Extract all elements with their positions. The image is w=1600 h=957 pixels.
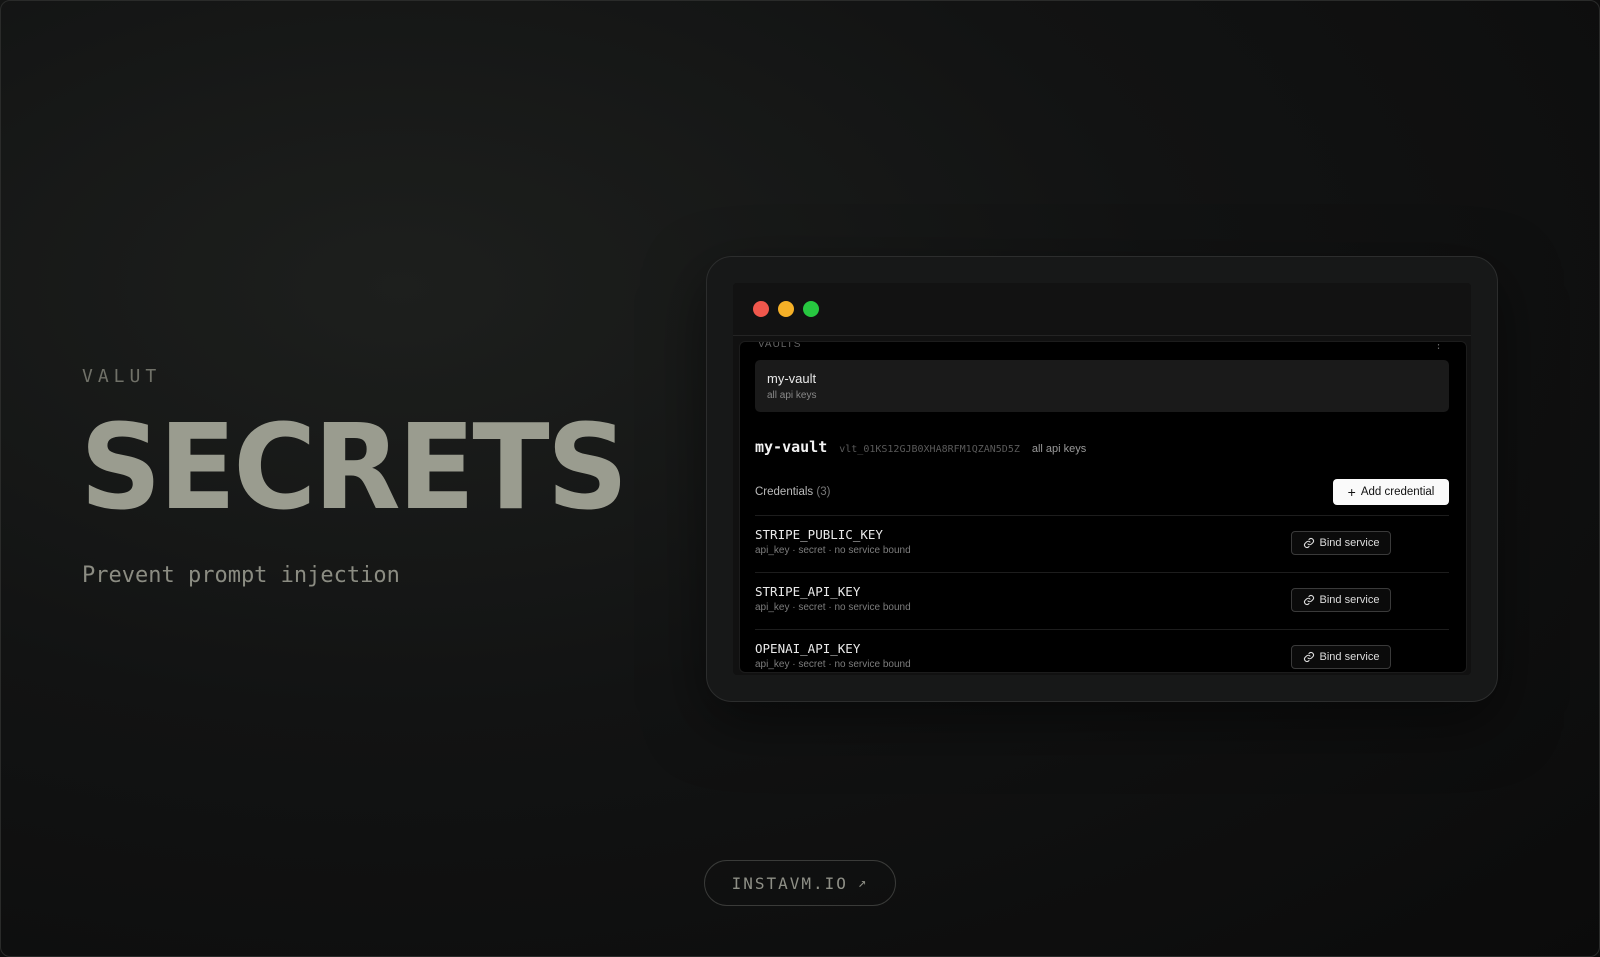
hero-tagline: Prevent prompt injection xyxy=(82,563,400,588)
hero-eyebrow: VALUT xyxy=(82,366,162,387)
close-window-button[interactable] xyxy=(753,301,769,317)
minimize-window-button[interactable] xyxy=(778,301,794,317)
vault-list-item-name: my-vault xyxy=(767,371,817,386)
credentials-heading: Credentials (3) xyxy=(755,486,830,498)
credential-meta: api_key · secret · no service bound xyxy=(755,602,911,613)
divider xyxy=(755,572,1449,573)
device-mockup: VAULTS ⋮ my-vault all api keys my-vault … xyxy=(706,256,1498,702)
credential-name: OPENAI_API_KEY xyxy=(755,641,861,656)
credential-row: STRIPE_PUBLIC_KEY api_key · secret · no … xyxy=(755,518,1449,574)
bind-service-label: Bind service xyxy=(1319,537,1380,549)
vault-header-name: my-vault xyxy=(755,438,828,456)
bind-service-label: Bind service xyxy=(1319,594,1380,606)
bind-service-button[interactable]: Bind service xyxy=(1291,588,1391,612)
window-titlebar xyxy=(733,283,1471,336)
instavm-link-label: INSTAVM.IO xyxy=(731,873,848,893)
vault-header-id: vlt_01KS12GJB0XHA8RFM1QZAN5D5Z xyxy=(839,444,1020,455)
instavm-link[interactable]: INSTAVM.IO ↗ xyxy=(704,860,896,906)
credential-row: OPENAI_API_KEY api_key · secret · no ser… xyxy=(755,632,1449,672)
vault-header-description: all api keys xyxy=(1031,443,1087,455)
bind-service-button[interactable]: Bind service xyxy=(1291,645,1391,669)
credential-name: STRIPE_API_KEY xyxy=(755,584,861,599)
add-credential-button[interactable]: + Add credential xyxy=(1333,479,1449,505)
external-arrow-icon: ↗ xyxy=(857,875,869,891)
link-icon xyxy=(1303,594,1314,606)
bind-service-button[interactable]: Bind service xyxy=(1291,531,1391,555)
divider xyxy=(755,515,1449,516)
link-icon xyxy=(1303,537,1314,549)
credential-row: STRIPE_API_KEY api_key · secret · no ser… xyxy=(755,575,1449,631)
credential-meta: api_key · secret · no service bound xyxy=(755,545,911,556)
credential-name: STRIPE_PUBLIC_KEY xyxy=(755,527,883,542)
credentials-count: (3) xyxy=(816,486,831,498)
vault-list-item-description: all api keys xyxy=(767,390,817,401)
app-window: VAULTS ⋮ my-vault all api keys my-vault … xyxy=(733,283,1471,675)
add-credential-label: Add credential xyxy=(1360,486,1435,498)
vault-list-item[interactable]: my-vault all api keys xyxy=(755,360,1449,412)
credential-meta: api_key · secret · no service bound xyxy=(755,659,911,670)
vaults-more-icon[interactable]: ⋮ xyxy=(1433,342,1444,351)
vaults-section-label: VAULTS xyxy=(758,341,802,350)
plus-icon: + xyxy=(1347,484,1356,500)
link-icon xyxy=(1303,651,1314,663)
credentials-title: Credentials xyxy=(755,486,814,498)
hero-title: SECRETS xyxy=(80,398,628,536)
maximize-window-button[interactable] xyxy=(803,301,819,317)
vault-content: VAULTS ⋮ my-vault all api keys my-vault … xyxy=(739,341,1467,673)
bind-service-label: Bind service xyxy=(1319,651,1380,663)
divider xyxy=(755,629,1449,630)
vault-header: my-vault vlt_01KS12GJB0XHA8RFM1QZAN5D5Z … xyxy=(755,438,1086,456)
